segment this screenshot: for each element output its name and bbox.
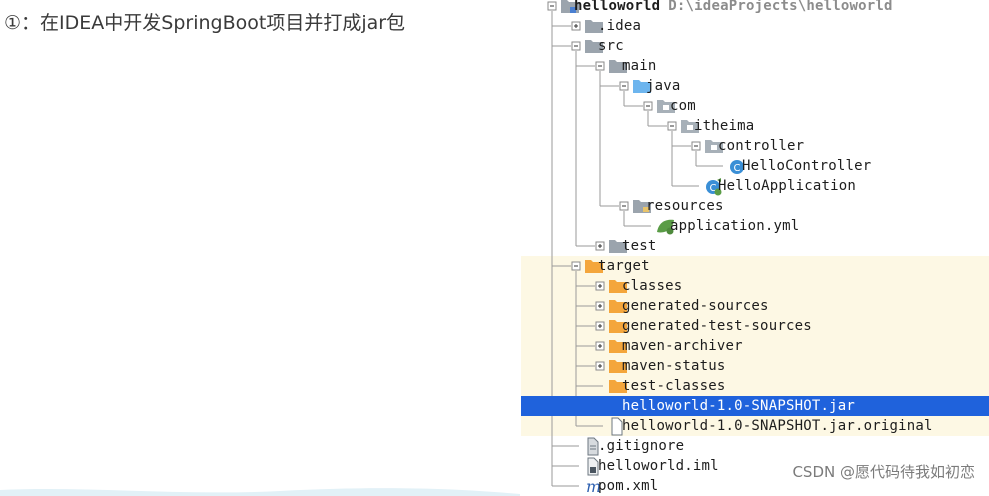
tree-row[interactable]: .gitignore bbox=[521, 436, 989, 456]
tree-row-label: target bbox=[598, 258, 650, 274]
project-path-hint: D:\ideaProjects\helloworld bbox=[668, 0, 893, 14]
decorative-wave bbox=[0, 488, 520, 496]
csdn-watermark: CSDN @愿代码待我如初恋 bbox=[792, 463, 975, 481]
tree-row-label: classes bbox=[622, 278, 683, 294]
tree-row[interactable]: test-classes bbox=[521, 376, 989, 396]
tree-row-label: generated-sources bbox=[622, 298, 769, 314]
tree-row[interactable]: generated-sources bbox=[521, 296, 989, 316]
tree-row-label: application.yml bbox=[670, 218, 800, 234]
tree-row[interactable]: test bbox=[521, 236, 989, 256]
tree-row-label: main bbox=[622, 58, 657, 74]
tree-row[interactable]: HelloController bbox=[521, 156, 989, 176]
tree-row[interactable]: src bbox=[521, 36, 989, 56]
tree-row-label: helloworld-1.0-SNAPSHOT.jar bbox=[622, 398, 855, 414]
tree-row-label: helloworld-1.0-SNAPSHOT.jar.original bbox=[622, 418, 933, 434]
tree-row[interactable]: helloworld-1.0-SNAPSHOT.jar bbox=[521, 396, 989, 416]
tree-row-label: generated-test-sources bbox=[622, 318, 812, 334]
tree-row[interactable]: application.yml bbox=[521, 216, 989, 236]
step-instruction: ①：在IDEA中开发SpringBoot项目并打成jar包 bbox=[4, 12, 406, 34]
tree-row[interactable]: target bbox=[521, 256, 989, 276]
tree-row-label: .idea bbox=[598, 18, 642, 34]
tree-row[interactable]: classes bbox=[521, 276, 989, 296]
tree-row-label: maven-status bbox=[622, 358, 726, 374]
tree-row-label: test-classes bbox=[622, 378, 726, 394]
tree-row-label: HelloApplication bbox=[718, 178, 857, 194]
tree-row-label: HelloController bbox=[742, 158, 872, 174]
tree-row[interactable]: itheima bbox=[521, 116, 989, 136]
tree-row[interactable]: .idea bbox=[521, 16, 989, 36]
tree-row-label: helloworld.iml bbox=[598, 458, 719, 474]
project-tree-panel: CCm helloworld D:\ideaProjects\helloworld… bbox=[521, 0, 989, 496]
tree-row[interactable]: maven-archiver bbox=[521, 336, 989, 356]
tree-row[interactable]: generated-test-sources bbox=[521, 316, 989, 336]
tree-row[interactable]: helloworld-1.0-SNAPSHOT.jar.original bbox=[521, 416, 989, 436]
tree-row[interactable]: com bbox=[521, 96, 989, 116]
tree-row[interactable]: main bbox=[521, 56, 989, 76]
tree-row-label: itheima bbox=[694, 118, 755, 134]
tree-row[interactable]: HelloApplication bbox=[521, 176, 989, 196]
tree-row-label: helloworld bbox=[574, 0, 661, 14]
tree-row-label: test bbox=[622, 238, 657, 254]
tree-row[interactable]: controller bbox=[521, 136, 989, 156]
tree-row-label: pom.xml bbox=[598, 478, 659, 494]
tree-row-label: src bbox=[598, 38, 624, 54]
tree-row-label: controller bbox=[718, 138, 805, 154]
tree-row[interactable]: java bbox=[521, 76, 989, 96]
tree-row[interactable]: resources bbox=[521, 196, 989, 216]
tree-row[interactable]: maven-status bbox=[521, 356, 989, 376]
tree-row-label: resources bbox=[646, 198, 724, 214]
tree-row-label: com bbox=[670, 98, 696, 114]
tree-row-label: maven-archiver bbox=[622, 338, 743, 354]
tree-row-label: java bbox=[646, 78, 681, 94]
tree-row-label: .gitignore bbox=[598, 438, 685, 454]
tree-row[interactable]: helloworld D:\ideaProjects\helloworld bbox=[521, 0, 989, 16]
